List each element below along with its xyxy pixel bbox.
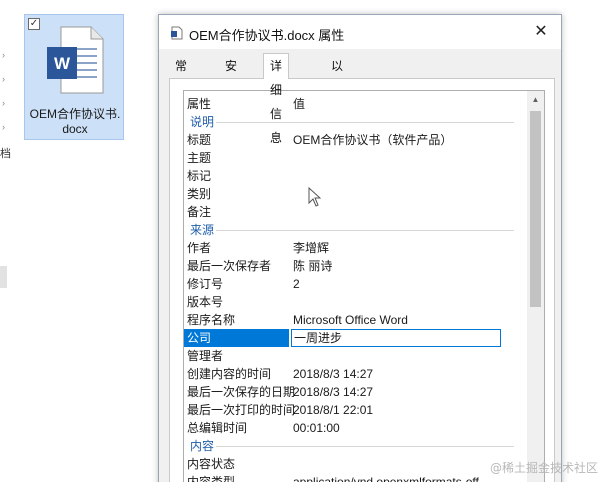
property-group: 来源: [184, 221, 518, 239]
property-value: 00:01:00: [293, 421, 340, 435]
property-value: Microsoft Office Word: [293, 313, 408, 327]
group-label: 说明: [190, 115, 215, 129]
group-divider: [216, 230, 514, 231]
property-value: 李增辉: [293, 241, 330, 255]
property-column-header[interactable]: 属性: [187, 95, 211, 113]
property-row[interactable]: 公司 一周进步: [184, 329, 518, 347]
expand-arrow-icon[interactable]: ›: [2, 74, 5, 84]
file-item-selected[interactable]: ✓ W OEM合作协议书. docx: [24, 14, 124, 140]
property-name: 总编辑时间: [187, 421, 248, 435]
property-name: 内容类型: [187, 475, 236, 482]
property-name: 作者: [187, 241, 212, 255]
property-name: 最后一次打印的时间: [187, 403, 296, 417]
property-list[interactable]: 属性 值 说明标题 OEM合作协议书（软件产品） 主题标记类别备注来源作者 李增辉最后…: [183, 90, 545, 482]
expand-arrow-icon[interactable]: ›: [2, 50, 5, 60]
property-row[interactable]: 作者 李增辉: [184, 239, 518, 257]
close-button[interactable]: ✕: [521, 15, 561, 49]
property-row[interactable]: 最后一次打印的时间 2018/8/1 22:01: [184, 401, 518, 419]
dialog-titlebar[interactable]: OEM合作协议书.docx 属性 ✕: [159, 15, 561, 49]
property-value: 2018/8/1 22:01: [293, 403, 374, 417]
property-row[interactable]: 标题 OEM合作协议书（软件产品）: [184, 131, 518, 149]
value-column-header[interactable]: 值: [293, 95, 305, 113]
property-value: 2018/8/3 14:27: [293, 367, 374, 381]
group-divider: [216, 446, 514, 447]
property-name: 版本号: [187, 295, 224, 309]
list-header: 属性 值: [184, 95, 518, 113]
property-value: application/vnd.openxmlformats-off: [293, 475, 479, 482]
property-name: 公司: [184, 329, 289, 347]
properties-dialog: OEM合作协议书.docx 属性 ✕ 常规 安全 详细信息 以前的版本 属性 值…: [158, 14, 562, 482]
scroll-thumb[interactable]: [530, 111, 541, 307]
property-row[interactable]: 标记: [184, 167, 518, 185]
watermark: @稀土掘金技术社区: [489, 461, 598, 475]
property-row[interactable]: 内容状态: [184, 455, 518, 473]
nav-scroll-thumb[interactable]: [0, 266, 7, 288]
word-logo-letter: W: [54, 54, 71, 73]
property-group: 内容: [184, 437, 518, 455]
property-row[interactable]: 备注: [184, 203, 518, 221]
details-panel: 属性 值 说明标题 OEM合作协议书（软件产品） 主题标记类别备注来源作者 李增辉最后…: [169, 78, 555, 482]
property-name: 主题: [187, 151, 212, 165]
property-value: 2: [293, 277, 300, 291]
property-name: 内容状态: [187, 457, 236, 471]
property-row[interactable]: 内容类型 application/vnd.openxmlformats-off: [184, 473, 518, 482]
property-name: 程序名称: [187, 313, 236, 327]
group-label: 内容: [190, 439, 215, 453]
group-label: 来源: [190, 223, 215, 237]
property-name: 最后一次保存者: [187, 259, 272, 273]
property-row[interactable]: 最后一次保存的日期 2018/8/3 14:27: [184, 383, 518, 401]
property-value-edit-field[interactable]: 一周进步: [291, 329, 501, 347]
property-name: 创建内容的时间: [187, 367, 272, 381]
property-value: 陈 丽诗: [293, 259, 333, 273]
property-row[interactable]: 总编辑时间 00:01:00: [184, 419, 518, 437]
property-name: 标记: [187, 169, 212, 183]
property-row[interactable]: 类别: [184, 185, 518, 203]
group-divider: [216, 122, 514, 123]
property-name: 备注: [187, 205, 212, 219]
dialog-title: OEM合作协议书.docx 属性: [189, 28, 345, 43]
property-value: 2018/8/3 14:27: [293, 385, 374, 399]
word-document-icon: W: [47, 26, 104, 94]
tab-details[interactable]: 详细信息: [263, 53, 290, 145]
expand-arrow-icon[interactable]: ›: [2, 122, 5, 132]
property-row[interactable]: 版本号: [184, 293, 518, 311]
document-icon: [171, 26, 183, 40]
vertical-scrollbar[interactable]: ▲: [527, 91, 544, 482]
navigation-strip: › › › › 档: [0, 0, 14, 482]
property-name: 管理者: [187, 349, 224, 363]
selection-checkbox[interactable]: ✓: [28, 18, 40, 30]
file-name-label: OEM合作协议书. docx: [29, 107, 121, 136]
property-row[interactable]: 主题: [184, 149, 518, 167]
property-row[interactable]: 修订号 2: [184, 275, 518, 293]
nav-item-label[interactable]: 档: [0, 145, 11, 161]
property-name: 修订号: [187, 277, 224, 291]
tab-general[interactable]: 常规: [169, 55, 193, 95]
tab-previous-versions[interactable]: 以前的版本: [325, 55, 349, 161]
property-name: 最后一次保存的日期: [187, 385, 296, 399]
property-row[interactable]: 创建内容的时间 2018/8/3 14:27: [184, 365, 518, 383]
property-row[interactable]: 管理者: [184, 347, 518, 365]
tab-security[interactable]: 安全: [219, 55, 243, 95]
property-value: OEM合作协议书（软件产品）: [293, 133, 453, 147]
property-name: 类别: [187, 187, 212, 201]
property-name: 标题: [187, 133, 212, 147]
expand-arrow-icon[interactable]: ›: [2, 98, 5, 108]
property-row[interactable]: 程序名称 Microsoft Office Word: [184, 311, 518, 329]
mouse-pointer-icon: [308, 187, 321, 207]
property-group: 说明: [184, 113, 518, 131]
scroll-up-arrow-icon[interactable]: ▲: [527, 91, 544, 108]
property-row[interactable]: 最后一次保存者 陈 丽诗: [184, 257, 518, 275]
